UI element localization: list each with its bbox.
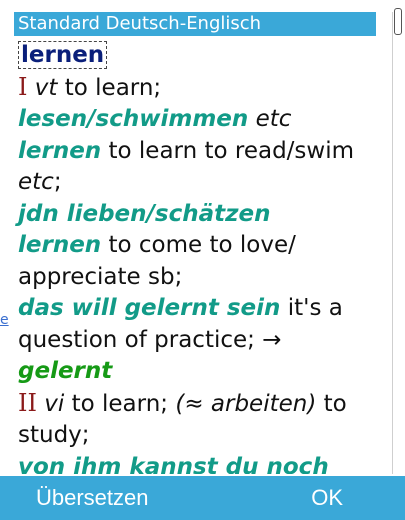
example-translation: to learn to read/swim — [101, 137, 355, 164]
sense-number: I — [18, 72, 28, 101]
example-german: lesen/schwimmen — [18, 106, 249, 132]
example-german: jdn lieben/schätzen — [18, 200, 271, 227]
example-line: etc; — [18, 167, 378, 199]
sense-number: II — [18, 388, 37, 417]
example-line: von ihm kannst du noch — [18, 452, 378, 475]
example-line: appreciate sb; — [18, 262, 378, 294]
cross-reference-line: gelernt — [18, 356, 378, 388]
headword-line: lernen — [18, 40, 378, 72]
example-translation: appreciate sb; — [18, 263, 183, 290]
translation: study; — [18, 422, 90, 448]
example-translation: question of practice; → — [18, 326, 282, 353]
cross-reference-link[interactable]: gelernt — [18, 358, 112, 384]
translation: to learn; — [57, 74, 162, 101]
example-german: lernen — [18, 232, 102, 258]
headword[interactable]: lernen — [18, 41, 108, 69]
translate-softkey[interactable]: Übersetzen — [36, 476, 149, 520]
edge-link-fragment[interactable]: e — [0, 305, 12, 335]
translation: to learn; — [64, 390, 176, 417]
example-translation: to come to love/ — [101, 232, 296, 258]
example-line: lernen to come to love/ — [18, 230, 378, 262]
dictionary-panel[interactable]: Standard Deutsch-Englisch lernen I vt to… — [14, 12, 390, 474]
etc-label: etc — [18, 169, 54, 195]
sense-1-line: I vt to learn; — [18, 72, 378, 105]
etc-label: etc — [248, 106, 292, 132]
usage-label: (≈ arbeiten) — [175, 390, 317, 417]
part-of-speech: vi — [44, 390, 65, 417]
example-line: jdn lieben/schätzen — [18, 199, 378, 231]
example-german: von ihm kannst du noch — [18, 453, 329, 475]
part-of-speech: vt — [34, 74, 58, 101]
punctuation: ; — [53, 169, 62, 195]
scrollbar-thumb[interactable] — [394, 8, 402, 35]
sense-2-line: study; — [18, 420, 378, 452]
example-line: das will gelernt sein it's a — [18, 293, 378, 325]
example-line: lernen to learn to read/swim — [18, 136, 378, 168]
ok-softkey[interactable]: OK — [311, 476, 343, 520]
sense-2-line: II vi to learn; (≈ arbeiten) to — [18, 388, 378, 421]
entry-content: lernen I vt to learn; lesen/schwimmen et… — [18, 40, 378, 474]
scrollbar-track[interactable] — [392, 12, 401, 474]
example-german: das will gelernt sein — [18, 295, 281, 321]
example-line: question of practice; → — [18, 325, 378, 357]
example-german: lernen — [18, 137, 102, 164]
dictionary-name-header: Standard Deutsch-Englisch — [14, 12, 376, 36]
softkey-bar: Übersetzen OK — [0, 476, 405, 520]
phone-screen: e Standard Deutsch-Englisch lernen I vt … — [0, 0, 405, 520]
example-line: lesen/schwimmen etc — [18, 104, 378, 136]
example-translation: it's a — [280, 295, 343, 321]
translation: to — [316, 390, 347, 417]
